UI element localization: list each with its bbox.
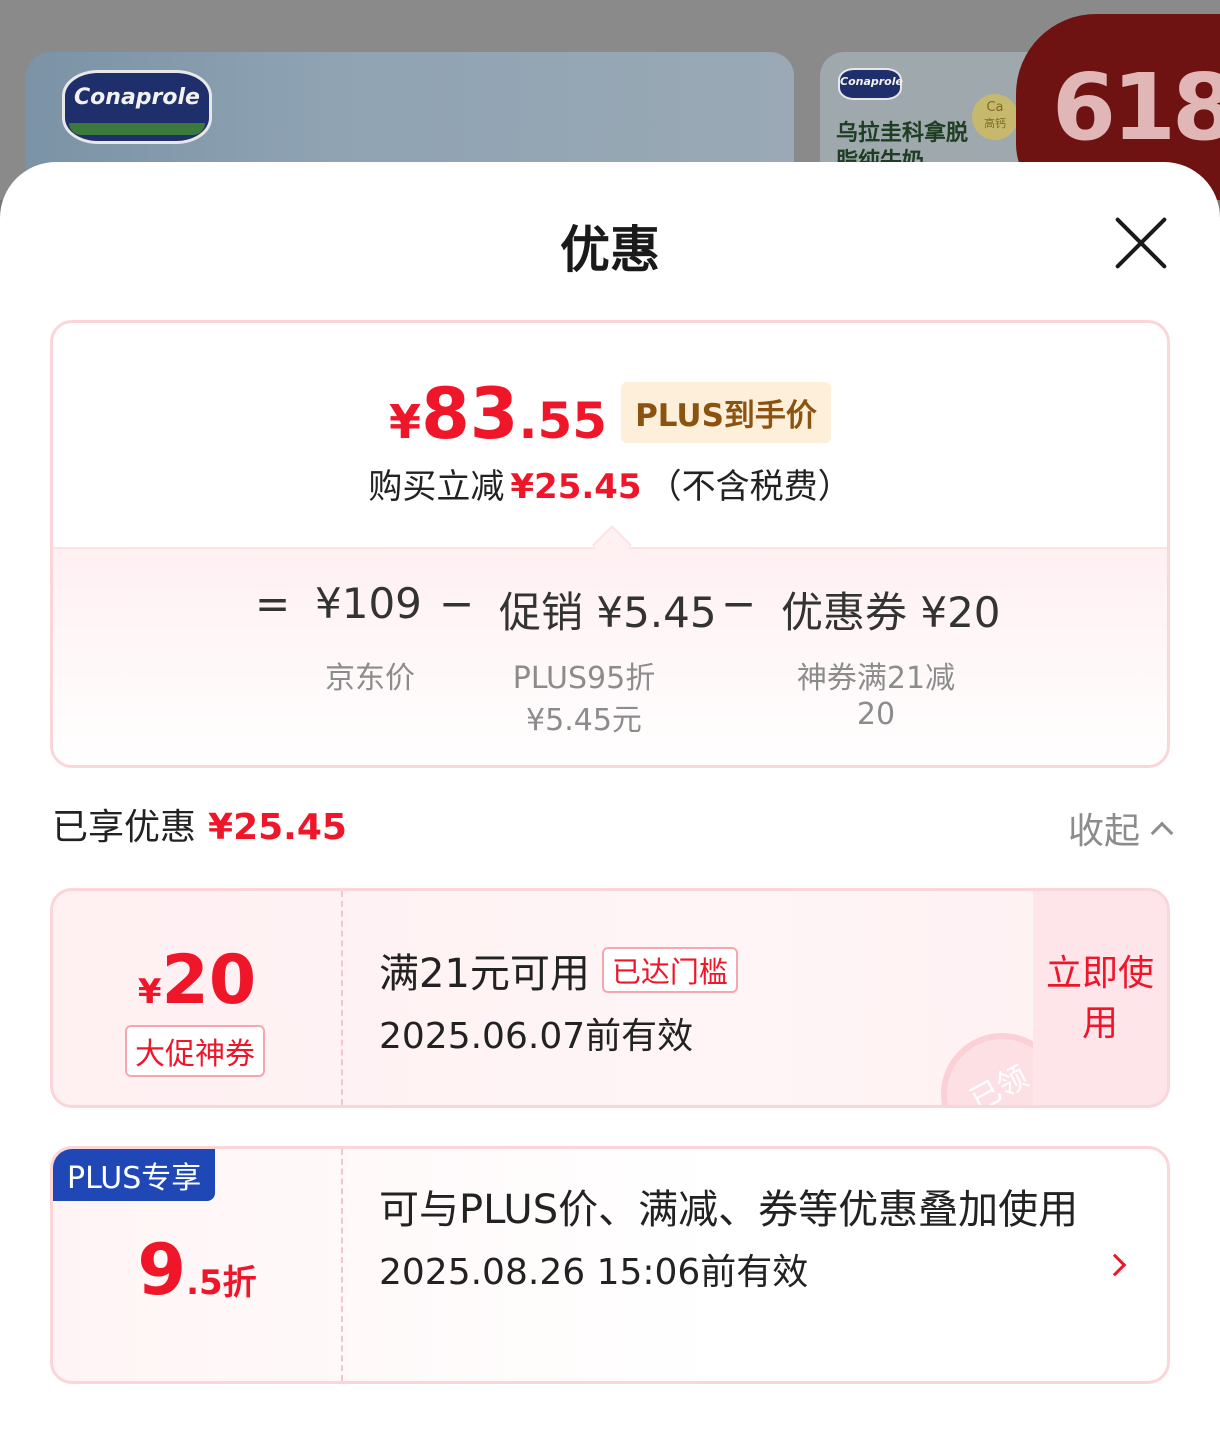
reduce-row: 购买立减 ¥25.45 （不含税费） [368,467,852,507]
plus-price-tag: PLUS到手价 [621,382,831,443]
coupon-label: 神券满21减20 [796,661,956,732]
coupon-card: ¥20 大促神券 满21元可用 已达门槛 2025.06.07前有效 已领 立即使… [50,888,1170,1108]
calcium-badge: Ca 高钙 [972,94,1018,140]
plus-validity: 2025.08.26 15:06前有效 [379,1252,809,1293]
brand-logo: Conaprole [62,70,212,144]
coupon-type-tag: 大促神券 [125,1025,265,1077]
brand-logo-small: Conaprole [838,68,903,100]
coupon-divider [341,891,343,1105]
coupon-condition: 满21元可用 [379,951,590,997]
promo-sub: ¥5.45元 [526,703,642,738]
base-price: ¥109 [315,579,422,628]
close-icon[interactable] [1112,214,1170,272]
enjoyed-discount: 已享优惠 ¥25.45 [52,807,347,848]
plus-exclusive-label: PLUS专享 [53,1149,216,1201]
chevron-up-icon [1150,821,1174,845]
chevron-right-icon [1103,1253,1127,1277]
price-summary-card: ¥83.55 PLUS到手价 购买立减 ¥25.45 （不含税费） = ¥109 −… [50,320,1170,768]
sheet-title: 优惠 [560,221,660,279]
collapse-button[interactable]: 收起 [1068,802,1174,854]
plus-discount-value: 9.5折 [137,1229,257,1311]
equals-sign: = [255,579,291,628]
use-now-button[interactable]: 立即使用 [1033,891,1167,1105]
reduce-amount: ¥25.45 [510,467,642,507]
coupon-details: 满21元可用 已达门槛 2025.06.07前有效 [379,941,738,1059]
promo-amount: 促销 ¥5.45 [499,588,717,637]
promo-label: PLUS95折 [512,661,656,696]
plus-discount-card[interactable]: PLUS专享 9.5折 可与PLUS价、满减、券等优惠叠加使用 2025.08.… [50,1146,1170,1384]
plus-divider [341,1149,343,1381]
final-price-row: ¥83.55 PLUS到手价 [53,379,1167,449]
plus-description: 可与PLUS价、满减、券等优惠叠加使用 [379,1187,1079,1233]
threshold-reached-tag: 已达门槛 [601,947,738,993]
enjoyed-amount: ¥25.45 [208,807,347,848]
coupon-validity: 2025.06.07前有效 [379,1016,694,1057]
coupon-amount: 优惠券 ¥20 [781,588,1001,637]
base-price-label: 京东价 [325,661,415,696]
coupon-value: ¥20 大促神券 [53,891,341,1105]
minus-sign: − [439,579,475,628]
plus-details: 可与PLUS价、满减、券等优惠叠加使用 2025.08.26 15:06前有效 [379,1181,1079,1295]
price-breakdown: = ¥109 − 促销 ¥5.45 − 优惠券 ¥20 京东价 PLUS95折 … [53,547,1167,765]
minus-sign: − [721,579,757,628]
final-price: ¥83.55 [389,373,608,455]
discount-sheet: 优惠 ¥83.55 PLUS到手价 购买立减 ¥25.45 （不含税费） = ¥10… [0,162,1220,1435]
